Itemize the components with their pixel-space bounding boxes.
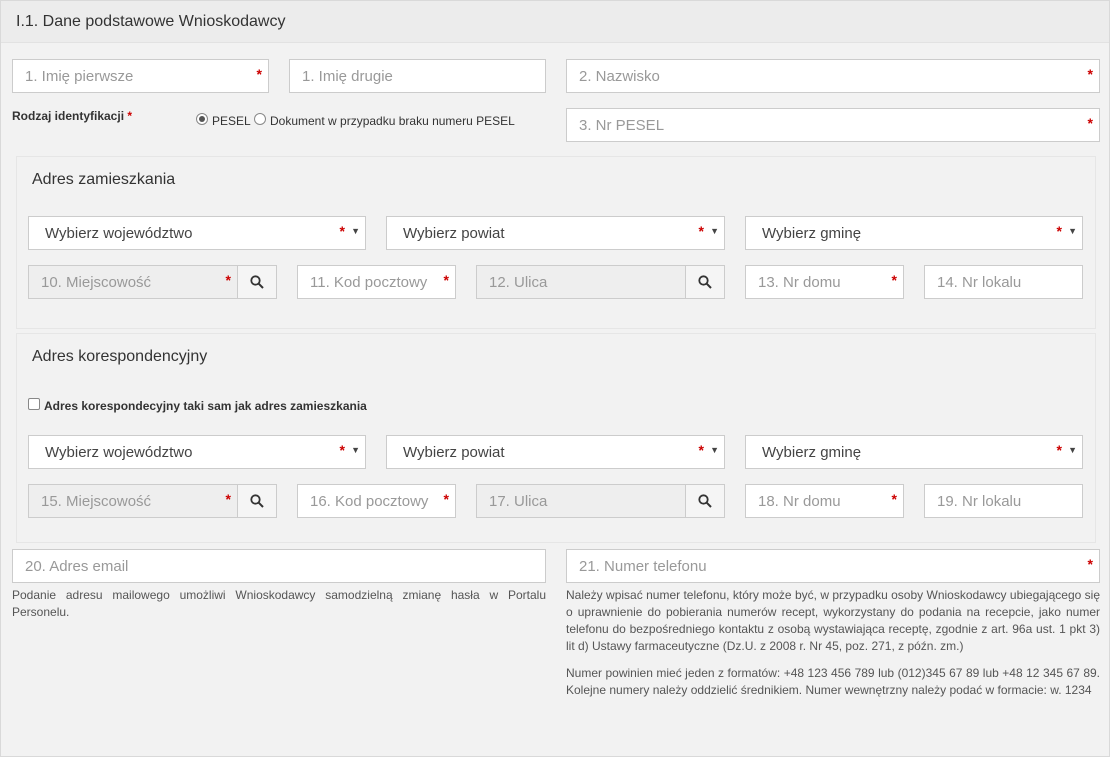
chevron-down-icon: ▼ bbox=[710, 226, 719, 236]
same-address-label: Adres korespondecyjny taki sam jak adres… bbox=[44, 399, 367, 413]
correspondence-title: Adres korespondencyjny bbox=[32, 348, 208, 365]
residence-voivodeship-select[interactable]: Wybierz województwo * ▼ bbox=[28, 216, 366, 250]
residence-street-search-button[interactable] bbox=[685, 265, 725, 299]
chevron-down-icon: ▼ bbox=[1068, 226, 1077, 236]
correspondence-city-field[interactable]: 15. Miejscowość * bbox=[28, 484, 238, 518]
search-icon bbox=[698, 494, 712, 508]
correspondence-apartment-number-field[interactable]: 19. Nr lokalu bbox=[924, 484, 1083, 518]
residence-city-search-button[interactable] bbox=[237, 265, 277, 299]
correspondence-commune-select[interactable]: Wybierz gminę * ▼ bbox=[745, 435, 1083, 469]
correspondence-street-search-button[interactable] bbox=[685, 484, 725, 518]
search-icon bbox=[698, 275, 712, 289]
chevron-down-icon: ▼ bbox=[710, 445, 719, 455]
select-value: Wybierz gminę bbox=[762, 225, 862, 242]
search-icon bbox=[250, 494, 264, 508]
correspondence-house-placeholder: 18. Nr domu bbox=[758, 493, 841, 510]
required-mark: * bbox=[443, 491, 449, 507]
correspondence-street-field[interactable]: 17. Ulica bbox=[476, 484, 686, 518]
surname-placeholder: 2. Nazwisko bbox=[579, 68, 660, 85]
correspondence-city-search-button[interactable] bbox=[237, 484, 277, 518]
required-mark: * bbox=[127, 109, 133, 123]
required-mark: * bbox=[1087, 115, 1093, 131]
residence-street-field[interactable]: 12. Ulica bbox=[476, 265, 686, 299]
residence-commune-select[interactable]: Wybierz gminę * ▼ bbox=[745, 216, 1083, 250]
surname-field[interactable]: 2. Nazwisko * bbox=[566, 59, 1100, 93]
email-field[interactable]: 20. Adres email bbox=[12, 549, 546, 583]
email-help-text: Podanie adresu mailowego umożliwi Wniosk… bbox=[12, 588, 546, 619]
residence-title: Adres zamieszkania bbox=[32, 171, 176, 188]
correspondence-house-number-field[interactable]: 18. Nr domu * bbox=[745, 484, 904, 518]
radio-document[interactable] bbox=[254, 113, 266, 125]
required-mark: * bbox=[1056, 442, 1062, 458]
correspondence-voivodeship-select[interactable]: Wybierz województwo * ▼ bbox=[28, 435, 366, 469]
correspondence-postal-placeholder: 16. Kod pocztowy bbox=[310, 493, 429, 510]
correspondence-apartment-placeholder: 19. Nr lokalu bbox=[937, 493, 1022, 510]
applicant-basic-data-panel: I.1. Dane podstawowe Wnioskodawcy 1. Imi… bbox=[0, 0, 1110, 757]
phone-placeholder: 21. Numer telefonu bbox=[579, 558, 707, 575]
chevron-down-icon: ▼ bbox=[351, 445, 360, 455]
select-value: Wybierz województwo bbox=[45, 225, 193, 242]
correspondence-county-select[interactable]: Wybierz powiat * ▼ bbox=[386, 435, 725, 469]
select-value: Wybierz gminę bbox=[762, 444, 862, 461]
required-mark: * bbox=[225, 491, 231, 507]
panel-title: I.1. Dane podstawowe Wnioskodawcy bbox=[16, 13, 286, 30]
pesel-field[interactable]: 3. Nr PESEL * bbox=[566, 108, 1100, 142]
phone-field[interactable]: 21. Numer telefonu * bbox=[566, 549, 1100, 583]
chevron-down-icon: ▼ bbox=[1068, 445, 1077, 455]
required-mark: * bbox=[891, 272, 897, 288]
required-mark: * bbox=[256, 66, 262, 82]
residence-postal-code-field[interactable]: 11. Kod pocztowy * bbox=[297, 265, 456, 299]
phone-format-help-text: Numer powinien mieć jeden z formatów: +4… bbox=[566, 666, 1100, 697]
residence-postal-placeholder: 11. Kod pocztowy bbox=[310, 274, 428, 291]
select-value: Wybierz powiat bbox=[403, 225, 505, 242]
required-mark: * bbox=[339, 223, 345, 239]
search-icon bbox=[250, 275, 264, 289]
identification-label: Rodzaj identyfikacji * bbox=[12, 109, 132, 123]
required-mark: * bbox=[698, 442, 704, 458]
required-mark: * bbox=[443, 272, 449, 288]
required-mark: * bbox=[339, 442, 345, 458]
residence-city-field[interactable]: 10. Miejscowość * bbox=[28, 265, 238, 299]
select-value: Wybierz województwo bbox=[45, 444, 193, 461]
residence-house-placeholder: 13. Nr domu bbox=[758, 274, 841, 291]
radio-document-label: Dokument w przypadku braku numeru PESEL bbox=[270, 114, 515, 128]
required-mark: * bbox=[698, 223, 704, 239]
correspondence-city-placeholder: 15. Miejscowość bbox=[41, 493, 152, 510]
select-value: Wybierz powiat bbox=[403, 444, 505, 461]
chevron-down-icon: ▼ bbox=[351, 226, 360, 236]
first-name-field[interactable]: 1. Imię pierwsze * bbox=[12, 59, 269, 93]
phone-help-text: Należy wpisać numer telefonu, który może… bbox=[566, 588, 1100, 653]
correspondence-postal-code-field[interactable]: 16. Kod pocztowy * bbox=[297, 484, 456, 518]
residence-apartment-number-field[interactable]: 14. Nr lokalu bbox=[924, 265, 1083, 299]
same-address-checkbox[interactable] bbox=[28, 398, 40, 410]
residence-apartment-placeholder: 14. Nr lokalu bbox=[937, 274, 1022, 291]
panel-header: I.1. Dane podstawowe Wnioskodawcy bbox=[1, 1, 1109, 43]
required-mark: * bbox=[225, 272, 231, 288]
required-mark: * bbox=[1087, 66, 1093, 82]
required-mark: * bbox=[1087, 556, 1093, 572]
pesel-placeholder: 3. Nr PESEL bbox=[579, 117, 665, 134]
second-name-placeholder: 1. Imię drugie bbox=[302, 68, 393, 85]
residence-street-placeholder: 12. Ulica bbox=[489, 274, 548, 291]
required-mark: * bbox=[891, 491, 897, 507]
radio-pesel[interactable] bbox=[196, 113, 208, 125]
identification-label-text: Rodzaj identyfikacji bbox=[12, 109, 125, 123]
correspondence-street-placeholder: 17. Ulica bbox=[489, 493, 548, 510]
residence-city-placeholder: 10. Miejscowość bbox=[41, 274, 152, 291]
second-name-field[interactable]: 1. Imię drugie bbox=[289, 59, 546, 93]
residence-house-number-field[interactable]: 13. Nr domu * bbox=[745, 265, 904, 299]
email-placeholder: 20. Adres email bbox=[25, 558, 129, 575]
radio-pesel-label: PESEL bbox=[212, 114, 251, 128]
residence-county-select[interactable]: Wybierz powiat * ▼ bbox=[386, 216, 725, 250]
first-name-placeholder: 1. Imię pierwsze bbox=[25, 68, 134, 85]
required-mark: * bbox=[1056, 223, 1062, 239]
